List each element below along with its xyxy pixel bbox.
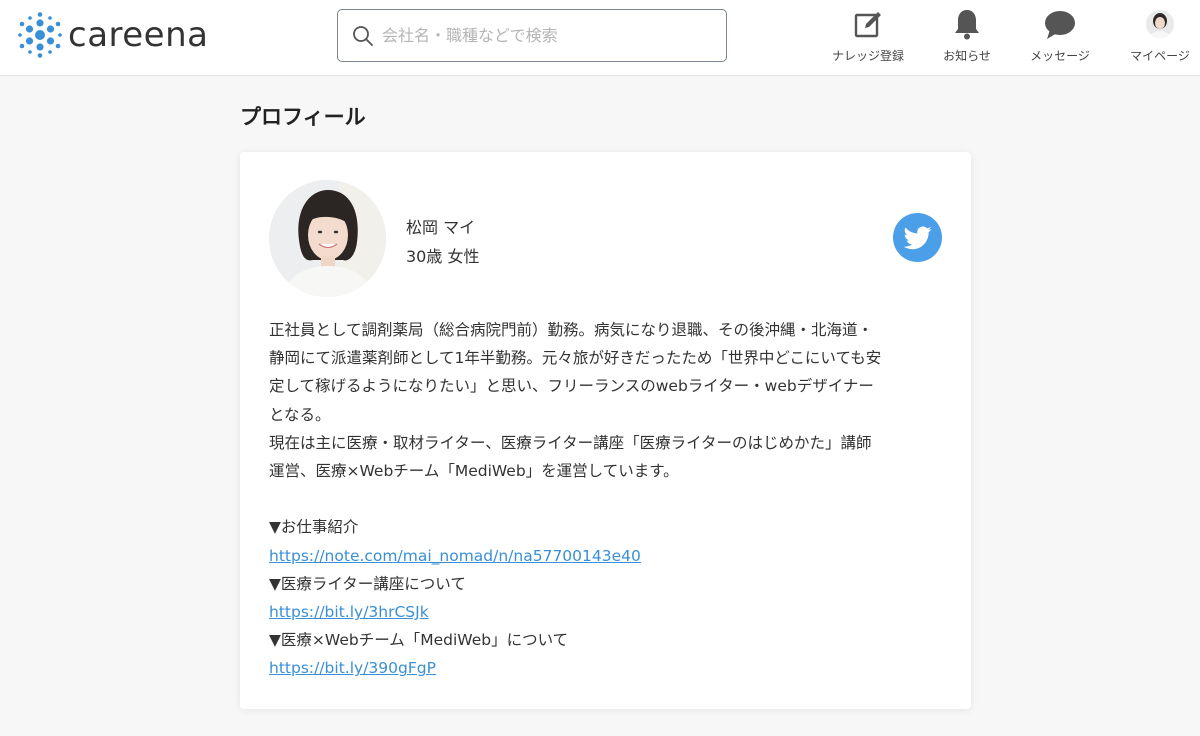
- link-writer-course[interactable]: https://bit.ly/3hrCSJk: [269, 603, 429, 621]
- profile-age-gender: 30歳 女性: [406, 247, 480, 266]
- nav-notifications[interactable]: お知らせ: [936, 8, 998, 68]
- edit-icon: [854, 12, 881, 38]
- bio-line: 正社員として調剤薬局（総合病院門前）勤務。病気になり退職、その後沖縄・北海道・: [269, 321, 874, 339]
- search-box[interactable]: [337, 9, 727, 62]
- search-icon: [353, 25, 373, 46]
- profile-photo: [269, 180, 386, 297]
- logo[interactable]: careena: [18, 10, 208, 60]
- nav-label: メッセージ: [1030, 49, 1090, 63]
- profile-bio: 正社員として調剤薬局（総合病院門前）勤務。病気になり退職、その後沖縄・北海道・ …: [269, 316, 949, 683]
- bio-line: 静岡にて派遣薬剤師として1年半勤務。元々旅が好きだったため「世界中どこにいても安: [269, 349, 882, 368]
- link-heading: ▼お仕事紹介: [269, 518, 359, 537]
- bio-line: 定して稼げるようになりたい」と思い、フリーランスのwebライター・webデザイナ…: [269, 377, 874, 396]
- bio-line: 運営、医療×Webチーム「MediWeb」を運営しています。: [269, 462, 679, 481]
- chat-bubble-icon: [1045, 11, 1075, 39]
- avatar: [1146, 10, 1174, 38]
- link-heading: ▼医療×Webチーム「MediWeb」について: [269, 631, 569, 650]
- link-mediweb[interactable]: https://bit.ly/390gFgP: [269, 659, 436, 677]
- page-title: プロフィール: [240, 105, 366, 129]
- link-work-intro[interactable]: https://note.com/mai_nomad/n/na57700143e…: [269, 547, 641, 565]
- nav-label: お知らせ: [943, 49, 991, 63]
- profile-card: 松岡 マイ 30歳 女性 正社員として調剤薬局（総合病院門前）勤務。病気になり退…: [240, 152, 971, 709]
- profile-name: 松岡 マイ: [406, 218, 476, 237]
- nav-knowledge-register[interactable]: ナレッジ登録: [830, 8, 906, 68]
- bell-icon: [955, 10, 979, 40]
- nav-label: マイページ: [1130, 49, 1190, 63]
- twitter-button[interactable]: [893, 213, 942, 262]
- bio-line: となる。: [269, 405, 331, 424]
- nav-label: ナレッジ登録: [831, 49, 904, 63]
- link-heading: ▼医療ライター講座について: [269, 574, 466, 593]
- logo-mark-icon: [18, 12, 62, 58]
- top-header: careena ナレッジ登録 お知らせ: [0, 0, 1200, 76]
- twitter-icon: [903, 225, 932, 249]
- nav-messages[interactable]: メッセージ: [1028, 8, 1092, 68]
- nav-my-page[interactable]: マイページ: [1128, 8, 1192, 68]
- bio-line: 現在は主に医療・取材ライター、医療ライター講座「医療ライターのはじめかた」講師: [269, 433, 872, 452]
- search-input[interactable]: [382, 26, 712, 45]
- logo-text: careena: [68, 15, 209, 55]
